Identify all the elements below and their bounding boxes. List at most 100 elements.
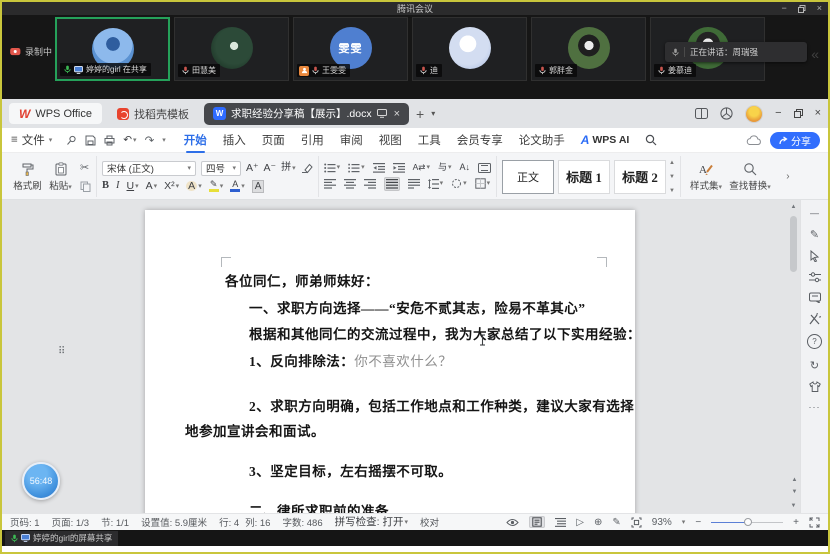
zoom-percent[interactable]: 93%: [652, 517, 672, 528]
wps-home-button[interactable]: W WPS Office: [9, 103, 102, 124]
select-cursor-icon[interactable]: [809, 250, 820, 262]
char-border-button[interactable]: A: [252, 180, 265, 193]
tab-member[interactable]: 会员专享: [457, 132, 503, 148]
print-icon[interactable]: [104, 135, 115, 146]
chevron-down-icon[interactable]: ▾: [133, 137, 137, 144]
bold-button[interactable]: B: [102, 181, 109, 192]
ink-pen-icon[interactable]: ✎: [612, 517, 620, 528]
meeting-restore-button[interactable]: [798, 5, 806, 13]
decrease-font-button[interactable]: A⁻: [264, 163, 277, 174]
tab-view[interactable]: 视图: [379, 132, 402, 148]
tab-paper-assistant[interactable]: 论文助手: [519, 132, 565, 148]
tab-home[interactable]: 开始: [184, 132, 207, 148]
status-spell-check[interactable]: 拼写检查: 打开▾: [335, 517, 408, 528]
status-proofread[interactable]: 校对: [420, 515, 439, 529]
symbol-button[interactable]: 与▾: [438, 163, 452, 172]
tab-close-icon[interactable]: ×: [392, 108, 400, 120]
scroll-down-icon[interactable]: ▼: [789, 503, 798, 509]
tab-document-active[interactable]: W 求职经验分享稿【展示】.docx ×: [204, 103, 409, 125]
participant-tile-2[interactable]: 田慧美: [174, 17, 289, 81]
meeting-timer-bubble[interactable]: 56:48: [22, 462, 60, 500]
text-direction-button[interactable]: A⇄▾: [413, 163, 430, 172]
cut-icon[interactable]: ✂: [80, 161, 91, 174]
participant-tile-4[interactable]: 迪: [412, 17, 527, 81]
scrollbar-thumb[interactable]: [790, 216, 797, 272]
web-view-icon[interactable]: ⊕: [594, 517, 602, 528]
char-spacing-button[interactable]: A▾: [146, 181, 158, 192]
copy-icon[interactable]: [80, 181, 91, 192]
search-icon[interactable]: [645, 134, 657, 146]
tab-list-chevron[interactable]: ▾: [431, 110, 435, 118]
style-heading1[interactable]: 标题 1: [558, 160, 610, 194]
read-mode-icon[interactable]: ▷: [576, 517, 584, 528]
zoom-out-button[interactable]: −: [695, 517, 701, 528]
participant-tile-1[interactable]: 婷婷的girl 在共享: [55, 17, 170, 81]
paste-button[interactable]: 粘贴▾: [44, 162, 77, 192]
zoom-knob[interactable]: [744, 518, 752, 526]
vertical-scrollbar[interactable]: ▲ ▲ ▼ ▼: [789, 202, 798, 511]
comment-card-icon[interactable]: [809, 292, 821, 303]
save-icon[interactable]: [85, 135, 96, 146]
wps-ai-button[interactable]: A WPS AI: [581, 133, 630, 147]
styles-more-icon[interactable]: ▼: [669, 188, 675, 194]
paragraph-drag-handle[interactable]: ⠿: [58, 346, 64, 357]
edit-pen-icon[interactable]: ✎: [810, 228, 819, 241]
fullscreen-icon[interactable]: [809, 517, 820, 528]
decrease-indent-button[interactable]: [373, 163, 385, 173]
styles-scroll-up-icon[interactable]: ▲: [669, 160, 675, 166]
status-page[interactable]: 页面: 1/3: [52, 515, 90, 529]
font-size-select[interactable]: 四号 ▾: [201, 161, 241, 176]
align-left-button[interactable]: [324, 179, 336, 189]
borders-button[interactable]: ▾: [475, 178, 491, 189]
superscript-button[interactable]: X²▾: [164, 181, 179, 192]
page-view-icon[interactable]: [529, 516, 545, 528]
zoom-chevron-icon[interactable]: ▾: [682, 518, 686, 526]
file-menu[interactable]: ≡ 文件 ▾: [11, 132, 52, 148]
more-participants-icon[interactable]: «: [811, 47, 819, 61]
tab-tools[interactable]: 工具: [418, 132, 441, 148]
underline-button[interactable]: U▾: [127, 181, 139, 192]
undo-icon[interactable]: ↶: [123, 135, 132, 146]
fit-page-icon[interactable]: [631, 517, 642, 528]
status-word-count[interactable]: 字数: 486: [282, 515, 322, 529]
tab-docer-templates[interactable]: 找稻壳模板: [109, 103, 197, 124]
style-set-button[interactable]: A 样式集▾: [686, 162, 726, 192]
tab-insert[interactable]: 插入: [223, 132, 246, 148]
format-painter-button[interactable]: 格式刷: [11, 162, 44, 192]
highlight-color-button[interactable]: ✎▾: [209, 180, 224, 192]
settings-wheel-icon[interactable]: [720, 107, 733, 120]
tab-review[interactable]: 审阅: [340, 132, 363, 148]
font-color-button[interactable]: A▾: [230, 180, 245, 192]
clear-format-icon[interactable]: [301, 162, 313, 174]
wps-minimize-button[interactable]: −: [775, 108, 781, 119]
number-list-button[interactable]: ▾: [348, 163, 365, 173]
new-tab-button[interactable]: +: [416, 107, 424, 121]
wps-close-button[interactable]: ×: [815, 108, 821, 119]
find-replace-button[interactable]: 查找替换▾: [726, 162, 774, 192]
font-name-select[interactable]: 宋体 (正文) ▾: [102, 161, 196, 176]
toolbox-icon[interactable]: [809, 313, 821, 325]
align-right-button[interactable]: [364, 179, 376, 189]
meeting-minimize-button[interactable]: −: [781, 4, 786, 13]
italic-button[interactable]: I: [116, 181, 120, 192]
sort-button[interactable]: A↓: [459, 163, 470, 172]
styles-scroll-down-icon[interactable]: ▼: [669, 174, 675, 180]
eye-icon[interactable]: [506, 518, 519, 527]
pinyin-guide-icon[interactable]: 拼▾: [281, 163, 296, 173]
scroll-up-icon[interactable]: ▲: [789, 204, 798, 210]
share-button[interactable]: 分享: [770, 132, 820, 149]
outline-view-icon[interactable]: [555, 518, 566, 527]
zoom-slider[interactable]: [711, 517, 783, 527]
properties-sliders-icon[interactable]: [809, 272, 821, 283]
increase-indent-button[interactable]: [393, 163, 405, 173]
increase-font-button[interactable]: A⁺: [246, 163, 259, 174]
wps-restore-button[interactable]: [794, 109, 803, 118]
page-setup-icon[interactable]: [478, 163, 491, 173]
sync-icon[interactable]: ↻: [810, 359, 819, 372]
pin-icon[interactable]: [66, 135, 77, 146]
document-page[interactable]: 各位同仁，师弟师妹好： 一、求职方向选择——“安危不贰其志，险易不革其心” 根据…: [145, 210, 635, 513]
qat-more-chevron[interactable]: ▾: [162, 136, 166, 144]
ribbon-expand-icon[interactable]: ›: [779, 156, 797, 197]
line-spacing-button[interactable]: ▾: [428, 179, 444, 189]
skin-icon[interactable]: [809, 381, 821, 392]
